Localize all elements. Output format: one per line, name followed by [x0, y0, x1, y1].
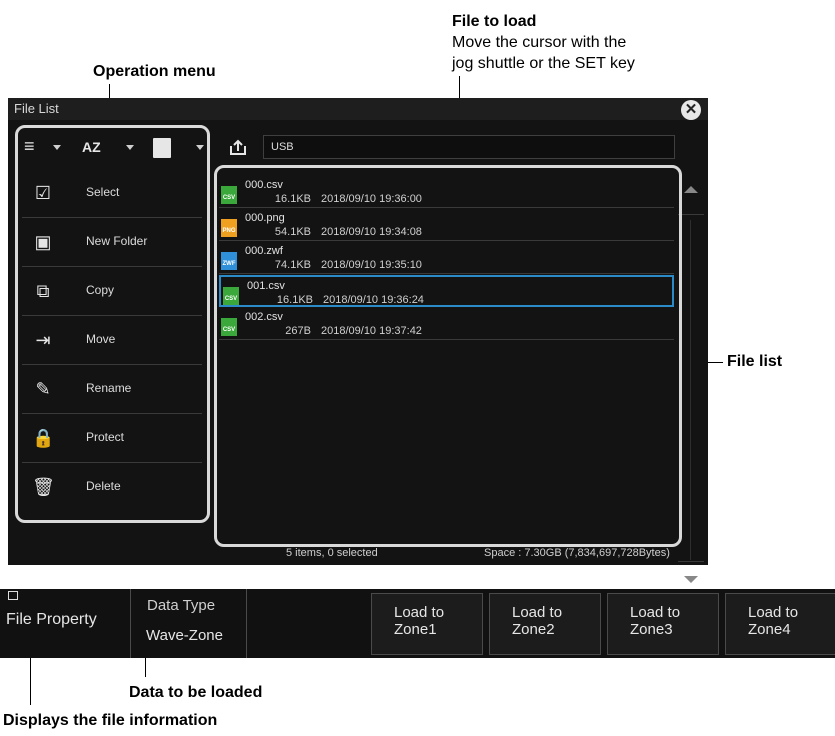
- current-path-field[interactable]: USB: [263, 135, 675, 159]
- annotation-operation-menu: Operation menu: [93, 63, 216, 80]
- annotation-data-to-be-loaded: Data to be loaded: [129, 684, 263, 701]
- load-button-line2: Zone3: [630, 621, 673, 638]
- load-to-zone2-button[interactable]: Load to Zone2: [489, 593, 601, 655]
- scroll-track[interactable]: [678, 561, 704, 562]
- leader-displays-file-info: [30, 652, 31, 705]
- status-free-space: Space : 7.30GB (7,834,697,728Bytes): [484, 547, 670, 559]
- scroll-thumb[interactable]: [690, 220, 691, 560]
- file-list-highlight: [214, 165, 682, 547]
- load-button-line2: Zone1: [394, 621, 437, 638]
- load-button-line1: Load to: [630, 604, 681, 621]
- data-type-value: Wave-Zone: [146, 627, 223, 644]
- load-to-zone4-button[interactable]: Load to Zone4: [725, 593, 835, 655]
- file-property-label: File Property: [6, 611, 97, 628]
- window-title: File List: [8, 98, 708, 120]
- load-to-zone3-button[interactable]: Load to Zone3: [607, 593, 719, 655]
- annotation-displays-file-info: Displays the file information: [3, 712, 218, 729]
- load-button-line1: Load to: [394, 604, 445, 621]
- softkey-blank: [247, 589, 366, 658]
- scroll-up-icon[interactable]: [684, 186, 698, 193]
- data-type-softkey[interactable]: Data Type Wave-Zone: [131, 589, 247, 658]
- annotation-file-to-load-title: File to load: [452, 13, 537, 30]
- load-to-zone1-button[interactable]: Load to Zone1: [371, 593, 483, 655]
- load-button-line1: Load to: [512, 604, 563, 621]
- file-property-softkey[interactable]: File Property: [0, 589, 131, 658]
- close-icon[interactable]: ✕: [681, 100, 701, 120]
- load-button-line2: Zone2: [512, 621, 555, 638]
- data-type-label: Data Type: [147, 597, 216, 614]
- load-button-line2: Zone4: [748, 621, 791, 638]
- status-item-count: 5 items, 0 selected: [286, 547, 378, 559]
- annotation-file-to-load-line1: Move the cursor with the: [452, 34, 627, 51]
- popup-icon: [8, 591, 18, 600]
- load-button-line1: Load to: [748, 604, 799, 621]
- annotation-file-to-load-line2: jog shuttle or the SET key: [452, 55, 635, 72]
- operation-menu-highlight: [15, 125, 210, 523]
- annotation-file-list: File list: [727, 353, 783, 370]
- scroll-down-icon[interactable]: [684, 576, 698, 583]
- parent-folder-icon[interactable]: [229, 138, 247, 156]
